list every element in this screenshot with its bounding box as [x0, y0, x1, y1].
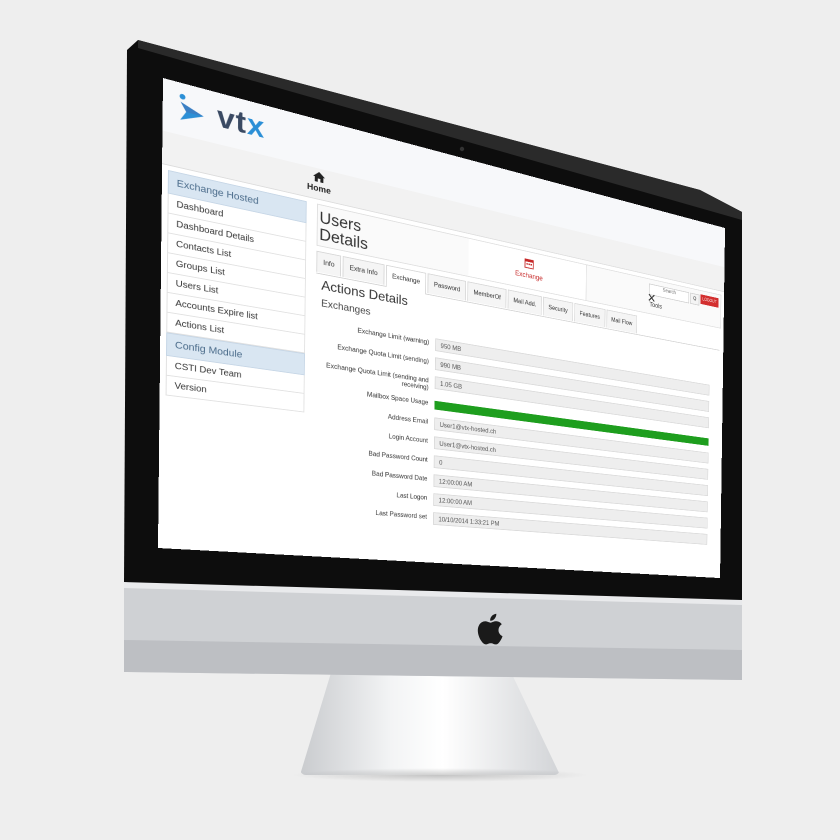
- tab-info[interactable]: Info: [316, 250, 342, 277]
- vtx-chevron-icon: [179, 92, 204, 125]
- field-label: Last Password set: [375, 509, 428, 521]
- sidebar: Exchange Hosted Dashboard Dashboard Deta…: [165, 169, 307, 413]
- search-input[interactable]: Search: [648, 283, 690, 304]
- vtx-wordmark: vtx: [216, 99, 266, 146]
- calendar-icon: [524, 257, 534, 270]
- logout-button[interactable]: LOGOUT: [700, 294, 719, 308]
- home-icon: [313, 170, 326, 184]
- display-area: vtx Home Exchange Hosted Dashboard Dashb…: [0, 0, 840, 840]
- tab-security[interactable]: Security: [542, 296, 574, 322]
- page-title: Users Details: [319, 209, 368, 254]
- vtx-app-window: vtx Home Exchange Hosted Dashboard Dashb…: [158, 78, 726, 579]
- search-button[interactable]: Q: [690, 292, 700, 306]
